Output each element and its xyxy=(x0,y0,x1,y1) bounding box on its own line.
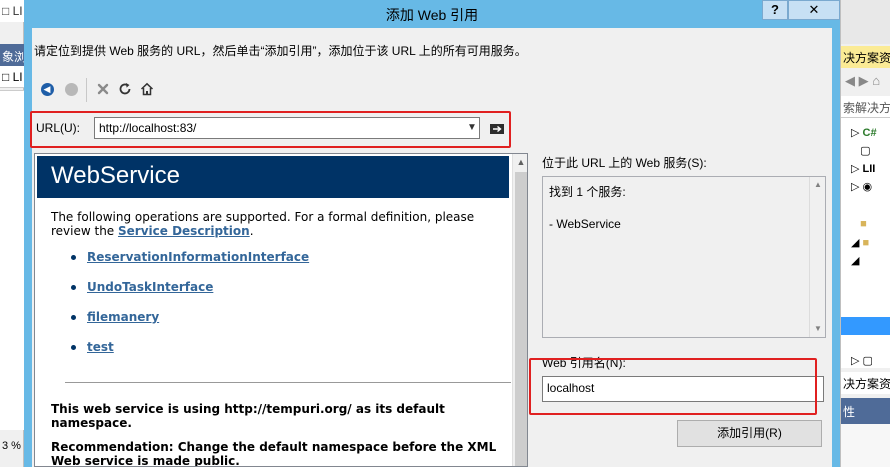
services-item-text: - WebService xyxy=(549,217,621,231)
right-top xyxy=(841,0,890,44)
operation-link[interactable]: filemanery xyxy=(71,310,309,340)
zoom-label: 3 % xyxy=(2,440,21,452)
left-content xyxy=(0,90,24,430)
browser-toolbar: ◀ xyxy=(36,78,196,102)
webservice-header: WebService xyxy=(37,156,509,198)
webservice-divider xyxy=(65,382,511,383)
back-arrow-icon[interactable]: ◀ xyxy=(38,80,56,98)
home-icon[interactable] xyxy=(138,80,156,98)
stop-x-icon[interactable] xyxy=(94,80,112,98)
dialog-titlebar[interactable]: 添加 Web 引用 ? ✕ xyxy=(24,0,840,28)
background-left-pane: □ LI 象浏 □ LI 3 % xyxy=(0,0,24,467)
scroll-up-icon[interactable]: ▲ xyxy=(810,177,826,193)
right-footer xyxy=(841,424,890,467)
operations-list: ReservationInformationInterface UndoTask… xyxy=(71,250,309,370)
services-found-text: 找到 1 个服务: xyxy=(549,185,626,199)
toolbar-separator xyxy=(86,78,87,102)
scroll-down-icon[interactable]: ▼ xyxy=(810,321,826,337)
tree-node[interactable]: ▷ ◉ xyxy=(851,180,872,193)
solution-explorer-header[interactable]: 决方案资 xyxy=(841,46,890,68)
web-browser-pane[interactable]: WebService The following operations are … xyxy=(34,153,528,467)
tree-node[interactable]: ◢ xyxy=(851,254,859,267)
close-button[interactable]: ✕ xyxy=(788,0,840,20)
tree-node[interactable]: ◢ ■ xyxy=(851,236,869,249)
url-highlight-box xyxy=(30,111,511,148)
intro-end: . xyxy=(249,224,254,238)
intro-text: The following operations are supported. … xyxy=(51,210,475,238)
add-web-reference-dialog: 添加 Web 引用 ? ✕ 请定位到提供 Web 服务的 URL，然后单击“添加… xyxy=(24,0,840,467)
add-reference-button[interactable]: 添加引用(R) xyxy=(677,420,822,447)
services-label: 位于此 URL 上的 Web 服务(S): xyxy=(542,156,707,170)
operation-link[interactable]: test xyxy=(71,340,309,370)
left-tab-label: 象浏 xyxy=(2,50,24,64)
scroll-up-icon[interactable]: ▲ xyxy=(513,154,527,171)
operation-link[interactable]: UndoTaskInterface xyxy=(71,280,309,310)
tree-node[interactable]: ▷ LII xyxy=(851,162,875,175)
tree-node[interactable]: ▷ ▢ xyxy=(851,354,873,367)
tree-node[interactable]: ■ xyxy=(851,218,867,230)
tree-node[interactable]: ▢ xyxy=(851,144,870,157)
forward-circle-icon[interactable] xyxy=(62,80,80,98)
dialog-title: 添加 Web 引用 xyxy=(385,7,479,23)
solution-explorer-toolbar[interactable]: ◀ ▶ ⌂ xyxy=(841,70,890,94)
left-item-label-2: □ LI xyxy=(2,70,23,84)
refresh-icon[interactable] xyxy=(116,80,134,98)
tree-node[interactable]: ▷ C# xyxy=(851,126,877,139)
services-textbox[interactable]: 找到 1 个服务: - WebService ▲ ▼ xyxy=(542,176,826,338)
service-description-link[interactable]: Service Description xyxy=(118,224,250,238)
operation-link[interactable]: ReservationInformationInterface xyxy=(71,250,309,280)
solution-explorer-header-2[interactable]: 决方案资 xyxy=(841,372,890,394)
dialog-client: 请定位到提供 Web 服务的 URL，然后单击“添加引用”，添加位于该 URL … xyxy=(30,28,832,467)
services-scrollbar[interactable]: ▲ ▼ xyxy=(809,177,825,337)
background-right-pane: 决方案资 ◀ ▶ ⌂ 索解决方 ▷ C# ▢ ▷ LII ▷ ◉ ▷ ▢ ■ ◢… xyxy=(840,0,890,467)
tree-selected-row[interactable] xyxy=(841,317,890,335)
tree-node[interactable]: ▷ ▢ xyxy=(851,200,873,213)
scroll-thumb[interactable] xyxy=(515,172,527,466)
namespace-note: This web service is using http://tempuri… xyxy=(51,402,445,430)
properties-header[interactable]: 性 xyxy=(841,398,890,424)
left-item-label: □ LI xyxy=(2,4,23,18)
browser-scrollbar[interactable]: ▲ xyxy=(512,154,527,466)
solution-tree[interactable]: ▷ C# ▢ ▷ LII ▷ ◉ ▷ ▢ ■ ◢ ■ ◢ ▷ ▢ xyxy=(841,118,890,368)
help-button[interactable]: ? xyxy=(762,0,788,20)
instruction-text: 请定位到提供 Web 服务的 URL，然后单击“添加引用”，添加位于该 URL … xyxy=(34,44,527,58)
webservice-intro: The following operations are supported. … xyxy=(51,210,501,238)
refname-highlight-box xyxy=(529,358,817,415)
solution-explorer-search[interactable]: 索解决方 xyxy=(841,96,890,118)
recommendation-note: Recommendation: Change the default names… xyxy=(51,440,497,467)
